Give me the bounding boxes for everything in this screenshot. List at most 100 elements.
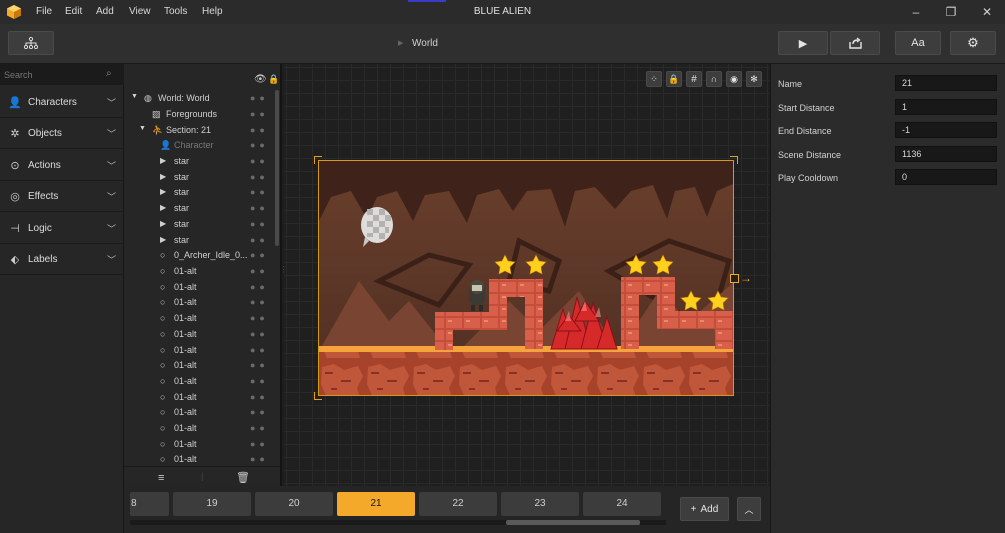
tree-item-star[interactable]: ▶ star ●●: [124, 156, 274, 171]
category-label: Characters: [28, 97, 77, 108]
person-icon: 👤: [8, 97, 22, 109]
tree-item-foregrounds[interactable]: ▨ Foregrounds ●●: [124, 109, 274, 124]
tree-item-alt[interactable]: ○ 01-alt ●●: [124, 297, 274, 312]
tree-item-world[interactable]: ▼ ◍ World: World ●●: [124, 93, 274, 108]
section-tab[interactable]: 21: [337, 492, 415, 516]
category-labels[interactable]: ⬖ Labels ﹀: [0, 245, 124, 275]
magnet-icon[interactable]: ∩: [706, 71, 722, 87]
tree-item-section[interactable]: ▼ ⛹ Section: 21 ●●: [124, 125, 274, 140]
tree-item-label: 01-alt: [174, 360, 197, 371]
section-tab[interactable]: 8: [130, 492, 169, 516]
tree-item-star[interactable]: ▶ star ●●: [124, 219, 274, 234]
tree-item-alt[interactable]: ○ 01-alt ●●: [124, 266, 274, 281]
section-scrollbar[interactable]: [130, 520, 666, 525]
tree-item-archer[interactable]: ○ 0_Archer_Idle_0... ●●: [124, 250, 274, 265]
category-objects[interactable]: ✲ Objects ﹀: [0, 119, 124, 149]
image-icon: ▨: [152, 109, 161, 119]
tree-item-alt[interactable]: ○ 01-alt ●●: [124, 282, 274, 297]
grid-icon[interactable]: #: [686, 71, 702, 87]
category-logic[interactable]: ⊣ Logic ﹀: [0, 214, 124, 244]
tree-item-alt[interactable]: ○ 01-alt ●●: [124, 392, 274, 407]
tree-item-alt[interactable]: ○ 01-alt ●●: [124, 329, 274, 344]
category-actions[interactable]: ⊙ Actions ﹀: [0, 151, 124, 181]
play-button[interactable]: ▶: [778, 31, 828, 55]
bug-icon[interactable]: ✻: [746, 71, 762, 87]
tree-item-star[interactable]: ▶ star ●●: [124, 172, 274, 187]
play-triangle-icon: ▶: [160, 234, 167, 244]
sprite-icon: ○: [160, 344, 166, 355]
export-icon: [848, 37, 862, 49]
section-tab[interactable]: 24: [583, 492, 661, 516]
trash-icon[interactable]: 🗑: [236, 471, 250, 484]
tree-item-star[interactable]: ▶ star ●●: [124, 203, 274, 218]
tree-item-character[interactable]: 👤 Character ●●: [124, 140, 274, 155]
sprite-icon: ○: [160, 281, 166, 292]
tree-item-alt[interactable]: ○ 01-alt ●●: [124, 313, 274, 328]
lock-icon[interactable]: 🔒: [666, 71, 682, 87]
section-tab[interactable]: 23: [501, 492, 579, 516]
property-label: Play Cooldown: [778, 173, 839, 184]
close-button[interactable]: ✕: [979, 4, 995, 20]
tree-scrollbar[interactable]: [275, 90, 279, 246]
restore-button[interactable]: ❐: [943, 4, 959, 20]
tree-item-star[interactable]: ▶ star ●●: [124, 235, 274, 250]
visibility-icon[interactable]: 👁: [254, 74, 267, 85]
eye-icon[interactable]: ◉: [726, 71, 742, 87]
search-input[interactable]: [0, 64, 104, 85]
tree-item-alt[interactable]: ○ 01-alt ●●: [124, 407, 274, 422]
tree-item-star[interactable]: ▶ star ●●: [124, 187, 274, 202]
export-button[interactable]: [830, 31, 880, 55]
tree-item-alt[interactable]: ○ 01-alt ●●: [124, 360, 274, 375]
property-input[interactable]: 1136: [895, 145, 997, 162]
resize-handle[interactable]: [730, 274, 739, 283]
play-triangle-icon: ▶: [160, 156, 167, 165]
tree-item-label: 01-alt: [174, 281, 197, 292]
section-preview[interactable]: [318, 160, 734, 396]
font-button[interactable]: Aa: [895, 31, 941, 55]
tree-item-label: 01-alt: [174, 313, 197, 324]
hierarchy-icon: [24, 37, 38, 49]
property-label: Name: [778, 79, 803, 89]
tree-item-label: Character: [174, 140, 214, 150]
swirl-icon: ◎: [10, 191, 20, 203]
section-icon: ⛹: [152, 125, 164, 135]
category-effects[interactable]: ◎ Effects ﹀: [0, 182, 124, 212]
minimize-button[interactable]: –: [908, 4, 924, 20]
section-tab[interactable]: 19: [173, 492, 251, 516]
tree-item-alt[interactable]: ○ 01-alt ●●: [124, 376, 274, 391]
section-tab[interactable]: 20: [255, 492, 333, 516]
property-label: Start Distance: [778, 102, 835, 113]
breadcrumb[interactable]: World: [412, 38, 438, 49]
chevron-down-icon: ﹀: [106, 161, 116, 171]
corner-handle[interactable]: [314, 156, 322, 164]
corner-handle[interactable]: [730, 156, 738, 164]
property-input[interactable]: 0: [895, 169, 997, 186]
scrollbar-thumb[interactable]: [506, 520, 640, 525]
property-input[interactable]: 21: [895, 75, 997, 91]
corner-handle[interactable]: [314, 392, 322, 400]
settings-button[interactable]: ⚙: [950, 31, 996, 55]
tree-item-label: 01-alt: [174, 438, 197, 449]
property-input[interactable]: -1: [895, 122, 997, 139]
tree-item-label: Foregrounds: [166, 109, 218, 119]
plus-icon: +: [690, 503, 697, 515]
category-characters[interactable]: 👤 Characters ﹀: [0, 88, 124, 118]
tree-item-alt[interactable]: ○ 01-alt ●●: [124, 439, 274, 454]
arrow-right-icon: →: [740, 271, 752, 285]
lock-icon[interactable]: 🔒: [268, 74, 279, 85]
tree-item-alt[interactable]: ○ 01-alt ●●: [124, 345, 274, 360]
breadcrumb-arrow-icon: ▶: [398, 40, 404, 47]
tag-icon: ⬖: [10, 254, 20, 266]
section-tab[interactable]: 22: [419, 492, 497, 516]
property-input[interactable]: 1: [895, 98, 997, 115]
tree-item-label: 01-alt: [174, 375, 197, 386]
sprite-icon: ○: [160, 375, 166, 386]
tree-item-alt[interactable]: ○ 01-alt ●●: [124, 423, 274, 438]
scene-artwork: [319, 161, 733, 395]
expand-up-button[interactable]: ︿: [737, 497, 761, 521]
collapse-all-icon[interactable]: ≡: [158, 472, 164, 484]
tree-item-label: star: [174, 203, 190, 214]
hierarchy-button[interactable]: [8, 31, 54, 55]
add-section-button[interactable]: + Add: [680, 497, 729, 521]
select-all-icon[interactable]: ⁘: [646, 71, 662, 87]
